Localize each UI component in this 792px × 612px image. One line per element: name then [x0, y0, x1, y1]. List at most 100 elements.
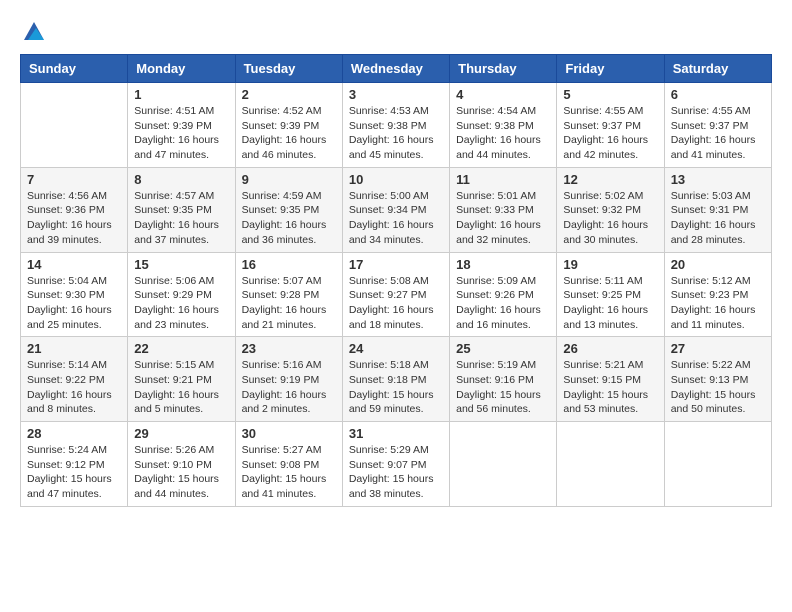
calendar-cell: 27 Sunrise: 5:22 AM Sunset: 9:13 PM Dayli…	[664, 337, 771, 422]
column-header-monday: Monday	[128, 55, 235, 83]
calendar-week-row: 14 Sunrise: 5:04 AM Sunset: 9:30 PM Dayli…	[21, 252, 772, 337]
day-info: Sunrise: 4:56 AM Sunset: 9:36 PM Dayligh…	[27, 189, 121, 248]
calendar-cell: 5 Sunrise: 4:55 AM Sunset: 9:37 PM Daylig…	[557, 83, 664, 168]
day-info: Sunrise: 5:22 AM Sunset: 9:13 PM Dayligh…	[671, 358, 765, 417]
day-info: Sunrise: 5:04 AM Sunset: 9:30 PM Dayligh…	[27, 274, 121, 333]
day-number: 16	[242, 257, 336, 272]
calendar-cell: 31 Sunrise: 5:29 AM Sunset: 9:07 PM Dayli…	[342, 422, 449, 507]
day-number: 15	[134, 257, 228, 272]
column-header-thursday: Thursday	[450, 55, 557, 83]
day-number: 10	[349, 172, 443, 187]
day-info: Sunrise: 4:55 AM Sunset: 9:37 PM Dayligh…	[563, 104, 657, 163]
column-header-tuesday: Tuesday	[235, 55, 342, 83]
calendar-table: SundayMondayTuesdayWednesdayThursdayFrid…	[20, 54, 772, 507]
calendar-cell: 18 Sunrise: 5:09 AM Sunset: 9:26 PM Dayli…	[450, 252, 557, 337]
day-info: Sunrise: 5:18 AM Sunset: 9:18 PM Dayligh…	[349, 358, 443, 417]
calendar-cell: 13Sunrise: 5:03 AM Sunset: 9:31 PM Dayli…	[664, 167, 771, 252]
calendar-cell: 4Sunrise: 4:54 AM Sunset: 9:38 PM Daylig…	[450, 83, 557, 168]
calendar-cell: 30 Sunrise: 5:27 AM Sunset: 9:08 PM Dayli…	[235, 422, 342, 507]
day-info: Sunrise: 5:29 AM Sunset: 9:07 PM Dayligh…	[349, 443, 443, 502]
calendar-cell: 11 Sunrise: 5:01 AM Sunset: 9:33 PM Dayli…	[450, 167, 557, 252]
day-number: 12	[563, 172, 657, 187]
calendar-cell: 22 Sunrise: 5:15 AM Sunset: 9:21 PM Dayli…	[128, 337, 235, 422]
calendar-cell: 3 Sunrise: 4:53 AM Sunset: 9:38 PM Daylig…	[342, 83, 449, 168]
day-info: Sunrise: 5:06 AM Sunset: 9:29 PM Dayligh…	[134, 274, 228, 333]
day-info: Sunrise: 4:57 AM Sunset: 9:35 PM Dayligh…	[134, 189, 228, 248]
day-number: 7	[27, 172, 121, 187]
calendar-cell: 9 Sunrise: 4:59 AM Sunset: 9:35 PM Daylig…	[235, 167, 342, 252]
calendar-week-row: 7 Sunrise: 4:56 AM Sunset: 9:36 PM Daylig…	[21, 167, 772, 252]
calendar-cell: 12 Sunrise: 5:02 AM Sunset: 9:32 PM Dayli…	[557, 167, 664, 252]
day-number: 6	[671, 87, 765, 102]
day-number: 14	[27, 257, 121, 272]
column-header-saturday: Saturday	[664, 55, 771, 83]
page-header	[20, 20, 772, 44]
day-info: Sunrise: 5:01 AM Sunset: 9:33 PM Dayligh…	[456, 189, 550, 248]
day-info: Sunrise: 4:51 AM Sunset: 9:39 PM Dayligh…	[134, 104, 228, 163]
day-number: 8	[134, 172, 228, 187]
day-info: Sunrise: 5:26 AM Sunset: 9:10 PM Dayligh…	[134, 443, 228, 502]
day-info: Sunrise: 5:08 AM Sunset: 9:27 PM Dayligh…	[349, 274, 443, 333]
day-number: 27	[671, 341, 765, 356]
day-number: 22	[134, 341, 228, 356]
day-number: 3	[349, 87, 443, 102]
calendar-cell: 10 Sunrise: 5:00 AM Sunset: 9:34 PM Dayli…	[342, 167, 449, 252]
day-info: Sunrise: 4:52 AM Sunset: 9:39 PM Dayligh…	[242, 104, 336, 163]
day-number: 9	[242, 172, 336, 187]
day-number: 23	[242, 341, 336, 356]
calendar-cell: 19Sunrise: 5:11 AM Sunset: 9:25 PM Dayli…	[557, 252, 664, 337]
day-number: 17	[349, 257, 443, 272]
calendar-cell: 23 Sunrise: 5:16 AM Sunset: 9:19 PM Dayli…	[235, 337, 342, 422]
calendar-cell	[450, 422, 557, 507]
calendar-cell: 25 Sunrise: 5:19 AM Sunset: 9:16 PM Dayli…	[450, 337, 557, 422]
calendar-cell	[557, 422, 664, 507]
day-number: 5	[563, 87, 657, 102]
day-number: 30	[242, 426, 336, 441]
day-info: Sunrise: 5:24 AM Sunset: 9:12 PM Dayligh…	[27, 443, 121, 502]
calendar-week-row: 21 Sunrise: 5:14 AM Sunset: 9:22 PM Dayli…	[21, 337, 772, 422]
calendar-cell: 7 Sunrise: 4:56 AM Sunset: 9:36 PM Daylig…	[21, 167, 128, 252]
day-info: Sunrise: 5:12 AM Sunset: 9:23 PM Dayligh…	[671, 274, 765, 333]
calendar-cell: 21 Sunrise: 5:14 AM Sunset: 9:22 PM Dayli…	[21, 337, 128, 422]
day-info: Sunrise: 5:02 AM Sunset: 9:32 PM Dayligh…	[563, 189, 657, 248]
calendar-week-row: 28Sunrise: 5:24 AM Sunset: 9:12 PM Dayli…	[21, 422, 772, 507]
day-info: Sunrise: 4:59 AM Sunset: 9:35 PM Dayligh…	[242, 189, 336, 248]
day-info: Sunrise: 5:14 AM Sunset: 9:22 PM Dayligh…	[27, 358, 121, 417]
day-info: Sunrise: 5:09 AM Sunset: 9:26 PM Dayligh…	[456, 274, 550, 333]
day-number: 13	[671, 172, 765, 187]
day-number: 2	[242, 87, 336, 102]
logo-icon	[22, 20, 46, 44]
calendar-week-row: 1Sunrise: 4:51 AM Sunset: 9:39 PM Daylig…	[21, 83, 772, 168]
day-number: 31	[349, 426, 443, 441]
day-info: Sunrise: 5:16 AM Sunset: 9:19 PM Dayligh…	[242, 358, 336, 417]
calendar-cell: 26 Sunrise: 5:21 AM Sunset: 9:15 PM Dayli…	[557, 337, 664, 422]
calendar-cell: 17 Sunrise: 5:08 AM Sunset: 9:27 PM Dayli…	[342, 252, 449, 337]
calendar-cell: 29 Sunrise: 5:26 AM Sunset: 9:10 PM Dayli…	[128, 422, 235, 507]
day-info: Sunrise: 5:19 AM Sunset: 9:16 PM Dayligh…	[456, 358, 550, 417]
day-info: Sunrise: 4:54 AM Sunset: 9:38 PM Dayligh…	[456, 104, 550, 163]
day-number: 26	[563, 341, 657, 356]
day-info: Sunrise: 4:55 AM Sunset: 9:37 PM Dayligh…	[671, 104, 765, 163]
calendar-cell: 20 Sunrise: 5:12 AM Sunset: 9:23 PM Dayli…	[664, 252, 771, 337]
calendar-header-row: SundayMondayTuesdayWednesdayThursdayFrid…	[21, 55, 772, 83]
day-number: 11	[456, 172, 550, 187]
day-number: 25	[456, 341, 550, 356]
day-number: 21	[27, 341, 121, 356]
day-info: Sunrise: 5:15 AM Sunset: 9:21 PM Dayligh…	[134, 358, 228, 417]
calendar-cell	[664, 422, 771, 507]
day-number: 29	[134, 426, 228, 441]
day-info: Sunrise: 5:21 AM Sunset: 9:15 PM Dayligh…	[563, 358, 657, 417]
day-number: 20	[671, 257, 765, 272]
calendar-cell: 1Sunrise: 4:51 AM Sunset: 9:39 PM Daylig…	[128, 83, 235, 168]
calendar-cell: 6 Sunrise: 4:55 AM Sunset: 9:37 PM Daylig…	[664, 83, 771, 168]
calendar-cell: 15 Sunrise: 5:06 AM Sunset: 9:29 PM Dayli…	[128, 252, 235, 337]
day-number: 19	[563, 257, 657, 272]
day-info: Sunrise: 5:00 AM Sunset: 9:34 PM Dayligh…	[349, 189, 443, 248]
day-number: 24	[349, 341, 443, 356]
logo	[20, 20, 46, 44]
calendar-cell: 14 Sunrise: 5:04 AM Sunset: 9:30 PM Dayli…	[21, 252, 128, 337]
calendar-cell: 8 Sunrise: 4:57 AM Sunset: 9:35 PM Daylig…	[128, 167, 235, 252]
day-info: Sunrise: 5:27 AM Sunset: 9:08 PM Dayligh…	[242, 443, 336, 502]
day-info: Sunrise: 4:53 AM Sunset: 9:38 PM Dayligh…	[349, 104, 443, 163]
day-number: 18	[456, 257, 550, 272]
